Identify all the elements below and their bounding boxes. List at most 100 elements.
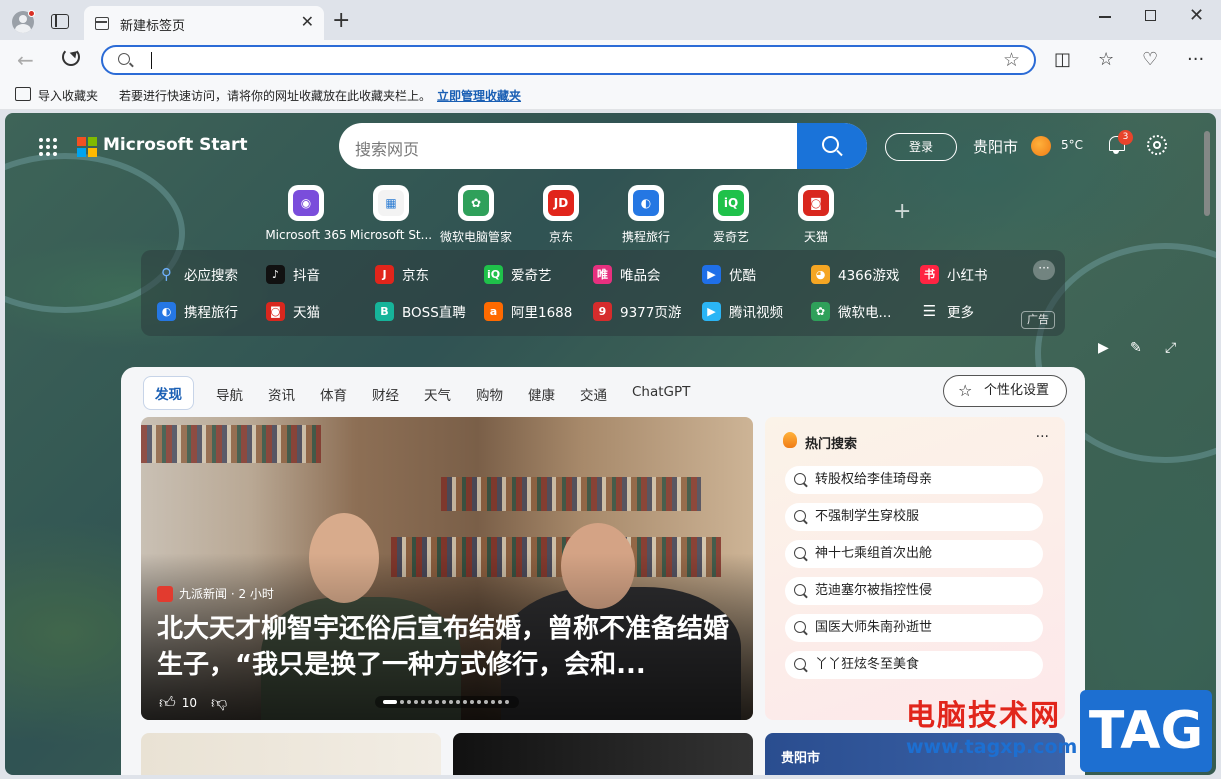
minimize-button[interactable] (1099, 16, 1111, 18)
carousel-dot[interactable] (435, 700, 439, 704)
quick-link[interactable]: ▶ 优酷 (702, 263, 756, 285)
carousel-dot[interactable] (449, 700, 453, 704)
import-favorites-button[interactable]: 导入收藏夹 (38, 87, 98, 104)
quick-link[interactable]: 书小红书 (920, 263, 988, 285)
personalize-button[interactable]: 个性化设置 (943, 375, 1067, 407)
tab-new-tab[interactable]: 新建标签页 ✕ (84, 6, 324, 40)
carousel-dot[interactable] (505, 700, 509, 704)
edit-background-icon[interactable]: ✎ (1130, 340, 1142, 356)
quick-link[interactable]: 唯唯品会 (593, 263, 661, 285)
apps-grid-icon[interactable] (39, 138, 59, 158)
quick-link[interactable]: ◙ 天猫 (266, 300, 320, 322)
web-search-box[interactable]: 搜索网页 (339, 123, 867, 169)
quick-app[interactable]: ◐ 携程旅行 (603, 185, 689, 245)
quick-app[interactable]: ◉ Microsoft 365 (263, 185, 349, 242)
quick-link[interactable]: ⚲ 必应搜索 (157, 263, 238, 285)
new-tab-button[interactable]: + (332, 10, 350, 32)
carousel-dot[interactable] (400, 700, 404, 704)
fullscreen-icon[interactable]: ⤢ (1165, 340, 1176, 356)
settings-gear-icon[interactable] (1147, 135, 1167, 155)
trending-item[interactable]: 转股权给李佳琦母亲 (785, 466, 1043, 494)
feed-tab[interactable]: 资讯 (268, 384, 295, 404)
quick-link[interactable]: ♪ 抖音 (266, 263, 320, 285)
tab-actions-icon[interactable] (51, 14, 69, 29)
quick-link[interactable]: ✿ 微软电... (811, 300, 891, 322)
quick-link[interactable]: a 阿里1688 (484, 300, 572, 322)
trending-more-button[interactable]: ··· (1036, 429, 1049, 445)
trending-item[interactable]: 丫丫狂炫冬至美食 (785, 651, 1043, 679)
manage-favorites-link[interactable]: 立即管理收藏夹 (437, 87, 521, 104)
login-button[interactable]: 登录 (885, 133, 957, 161)
feed-tab[interactable]: 导航 (216, 384, 243, 404)
carousel-dot[interactable] (421, 700, 425, 704)
reload-icon[interactable] (62, 48, 80, 66)
quick-link[interactable]: B BOSS直聘 (375, 300, 466, 322)
quick-link[interactable]: 9 9377页游 (593, 300, 681, 322)
quick-app[interactable]: JD 京东 (518, 185, 604, 245)
thumbs-up-icon[interactable]: 👍︎ (159, 693, 176, 713)
trending-item[interactable]: 不强制学生穿校服 (785, 503, 1043, 531)
trending-item[interactable]: 神十七乘组首次出舱 (785, 540, 1043, 568)
feed-tab[interactable]: 购物 (476, 384, 503, 404)
feed-tab[interactable]: 交通 (580, 384, 607, 404)
carousel-dot[interactable] (407, 700, 411, 704)
quick-app[interactable]: ◙ 天猫 (773, 185, 859, 245)
quick-link[interactable]: ◕ 4366游戏 (811, 263, 899, 285)
more-icon[interactable]: ··· (1187, 49, 1204, 70)
search-button[interactable] (797, 123, 867, 169)
address-bar[interactable]: ☆ (101, 45, 1036, 75)
news-card-thumbnail[interactable] (453, 733, 753, 775)
favorites-icon[interactable]: ☆ (1098, 49, 1114, 70)
feed-tab[interactable]: ChatGPT (632, 384, 690, 400)
tab-close-button[interactable]: ✕ (301, 14, 314, 30)
quick-link[interactable]: ☰ 更多 (920, 300, 974, 322)
feed-tab[interactable]: 财经 (372, 384, 399, 404)
browser-essentials-icon[interactable]: ♡ (1142, 49, 1158, 70)
weather-city[interactable]: 贵阳市 (973, 136, 1018, 157)
quick-link[interactable]: ◐ 携程旅行 (157, 300, 238, 322)
carousel-dot[interactable] (477, 700, 481, 704)
page-scrollbar[interactable] (1203, 125, 1211, 775)
links-more-button[interactable]: ··· (1033, 260, 1055, 280)
carousel-dot[interactable] (428, 700, 432, 704)
quick-app[interactable]: iQ 爱奇艺 (688, 185, 774, 245)
close-window-button[interactable]: ✕ (1189, 5, 1204, 26)
quick-app[interactable]: ▦ Microsoft St... (348, 185, 434, 242)
carousel-dots[interactable] (375, 696, 519, 708)
trending-item[interactable]: 国医大师朱南孙逝世 (785, 614, 1043, 642)
carousel-dot[interactable] (470, 700, 474, 704)
play-background-icon[interactable]: ▶ (1098, 340, 1109, 356)
feed-tab[interactable]: 发现 (143, 376, 194, 410)
carousel-dot[interactable] (498, 700, 502, 704)
back-arrow-icon[interactable]: ← (17, 48, 34, 72)
sunny-weather-icon[interactable] (1031, 136, 1051, 156)
news-card-thumbnail[interactable] (141, 733, 441, 775)
quick-app[interactable]: ✿ 微软电脑管家 (433, 185, 519, 245)
carousel-dot[interactable] (414, 700, 418, 704)
quick-link[interactable]: iQ 爱奇艺 (484, 263, 552, 285)
feed-tab[interactable]: 健康 (528, 384, 555, 404)
carousel-dot[interactable] (442, 700, 446, 704)
hero-news-card[interactable]: 九派新闻 · 2 小时 北大天才柳智宇还俗后宣布结婚，曾称不准备结婚生子，“我只… (141, 417, 753, 720)
trending-item[interactable]: 范迪塞尔被指控性侵 (785, 577, 1043, 605)
quick-link[interactable]: ▶ 腾讯视频 (702, 300, 783, 322)
import-folder-icon[interactable] (15, 87, 31, 101)
feed-tab[interactable]: 天气 (424, 384, 451, 404)
split-screen-icon[interactable]: ◫ (1054, 49, 1071, 70)
add-shortcut-button[interactable]: + (893, 199, 911, 224)
hero-source[interactable]: 九派新闻 · 2 小时 (157, 585, 274, 602)
thumbs-down-icon[interactable]: 👎︎ (211, 693, 227, 713)
search-input[interactable]: 搜索网页 (355, 136, 419, 160)
feed-tab[interactable]: 体育 (320, 384, 347, 404)
maximize-button[interactable] (1145, 10, 1156, 21)
quick-link[interactable]: J 京东 (375, 263, 429, 285)
weather-temperature[interactable]: 5°C (1061, 138, 1083, 152)
carousel-dot[interactable] (491, 700, 495, 704)
carousel-dot[interactable] (383, 700, 397, 704)
hero-headline[interactable]: 北大天才柳智宇还俗后宣布结婚，曾称不准备结婚生子，“我只是换了一种方式修行，会和… (157, 611, 737, 683)
scrollbar-thumb[interactable] (1204, 131, 1210, 216)
brand-title[interactable]: Microsoft Start (103, 135, 247, 155)
carousel-dot[interactable] (456, 700, 460, 704)
carousel-dot[interactable] (463, 700, 467, 704)
add-favorite-star-icon[interactable]: ☆ (1003, 49, 1020, 71)
